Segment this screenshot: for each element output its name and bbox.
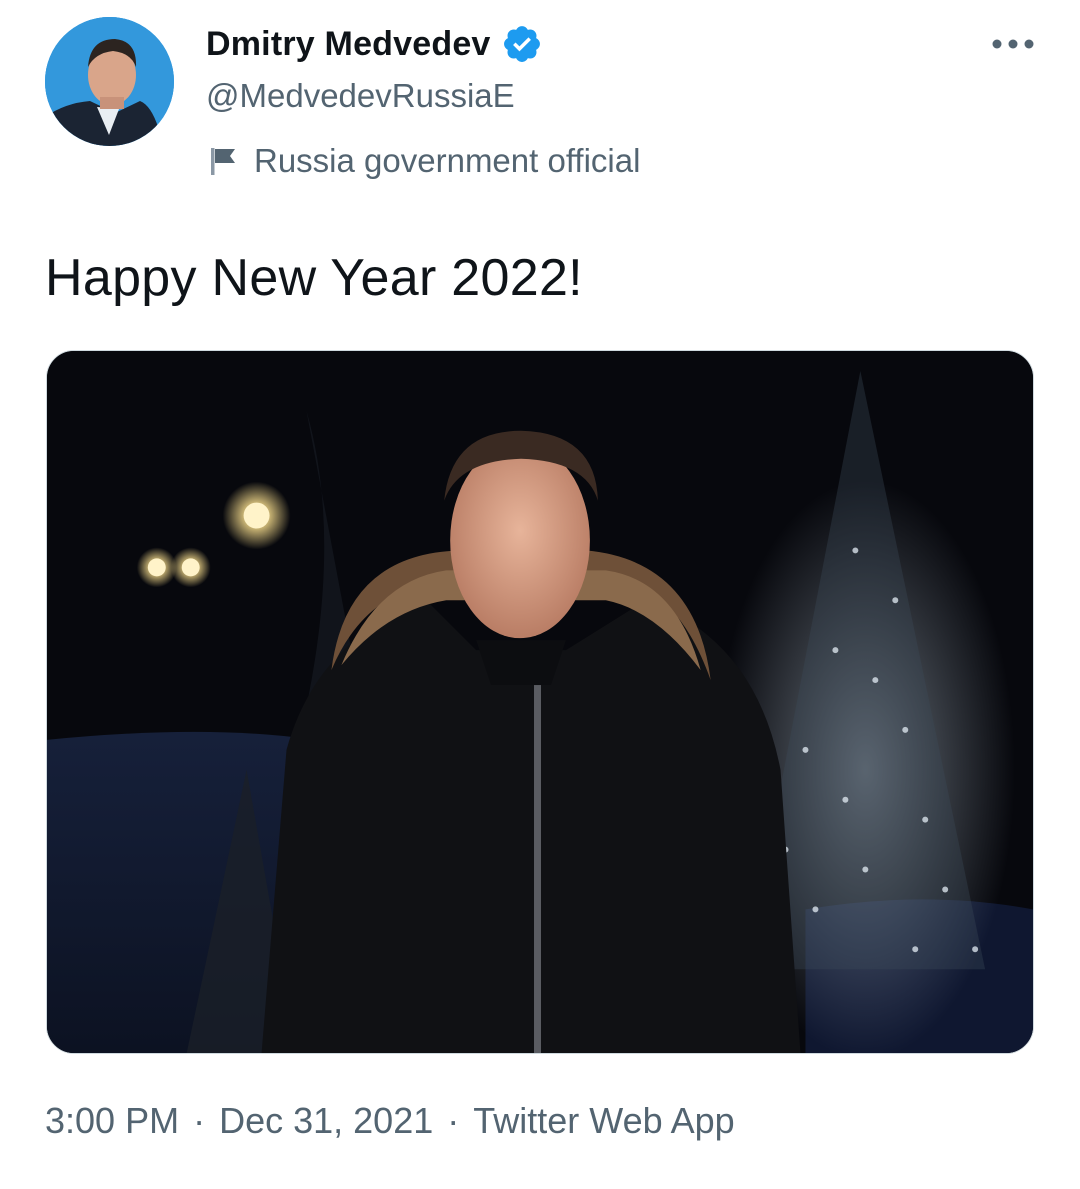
tweet-photo[interactable] [46, 350, 1034, 1054]
photo [47, 351, 1033, 1053]
avatar[interactable] [45, 17, 174, 146]
tweet-time[interactable]: 3:00 PM [45, 1100, 179, 1142]
account-label-text: Russia government official [254, 142, 641, 179]
author-name[interactable]: Dmitry Medvedev [206, 25, 491, 64]
author-handle[interactable]: @MedvedevRussiaE [206, 77, 515, 115]
separator: · [447, 1100, 460, 1141]
tweet-metadata: 3:00 PM · Dec 31, 2021 · Twitter Web App [45, 1100, 735, 1142]
separator: · [193, 1100, 206, 1141]
tweet-text: Happy New Year 2022! [45, 249, 583, 307]
verified-badge-icon [501, 23, 543, 65]
more-horizontal-icon [992, 39, 1034, 49]
account-label: Russia government official [206, 139, 640, 183]
author-name-row: Dmitry Medvedev [206, 22, 543, 66]
avatar-photo [45, 17, 174, 146]
more-options-button[interactable] [985, 22, 1041, 66]
tweet-date[interactable]: Dec 31, 2021 [219, 1100, 433, 1142]
tweet-source[interactable]: Twitter Web App [473, 1100, 734, 1142]
flag-icon [206, 144, 240, 178]
